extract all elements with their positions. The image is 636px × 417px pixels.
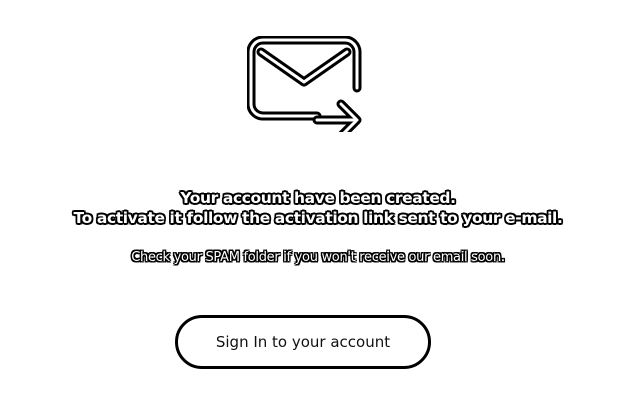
spam-folder-note: Check your SPAM folder if you won't rece… [131,250,505,265]
account-created-line: Your account have been created. [180,189,456,207]
account-created-message: Your account have been created. To activ… [0,188,636,228]
mail-forward-icon [247,36,363,132]
sign-in-button[interactable]: Sign In to your account [175,315,431,369]
activation-instruction-line: To activate it follow the activation lin… [73,209,563,227]
